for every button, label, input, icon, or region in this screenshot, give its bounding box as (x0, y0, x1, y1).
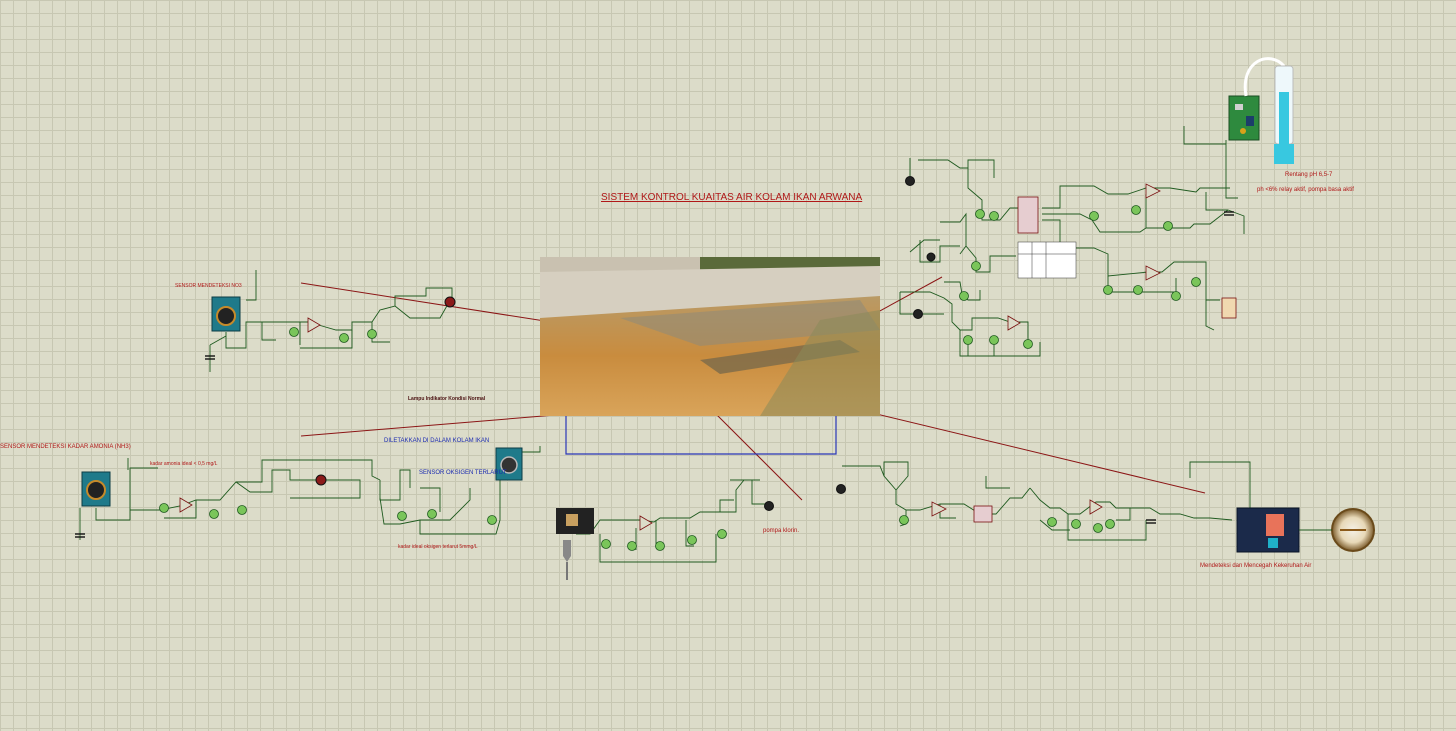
ph-module (1228, 95, 1260, 141)
page-title: SISTEM KONTROL KUAITAS AIR KOLAM IKAN AR… (601, 192, 863, 203)
no3-sensor-module (211, 296, 241, 332)
pond-frame (565, 416, 837, 455)
oxygen-level-label: kadar ideal oksigen terlarut 5mmg/L (398, 544, 478, 550)
ammonia-level-label: kadar amonia ideal < 0,5 mg/L (150, 461, 218, 467)
chlorine-sensor-module (556, 508, 594, 580)
placed-in-pond-label: DILETAKKAN DI DALAM KOLAM IKAN (384, 438, 490, 444)
turbidity-label: Mendeteksi dan Mencegah Kekeruhan Air (1200, 563, 1312, 569)
truth-table (1017, 241, 1077, 279)
lamp-indicator-label: Lampu Indikator Kondisi Normal (408, 396, 486, 402)
oxygen-sensor-label: SENSOR OKSIGEN TERLARUT (419, 470, 507, 476)
chlorine-pump-label: pompa klorin. (763, 528, 800, 534)
turbidity-module (1236, 507, 1300, 553)
no3-sensor-label: SENSOR MENDETEKSI NO3 (175, 283, 242, 289)
turbidity-dial (1299, 508, 1375, 552)
pond-photo (540, 257, 880, 416)
ammonia-sensor-label: SENSOR MENDETEKSI KADAR AMONIA (NH3) (0, 444, 131, 450)
ph-range-label: Rentang pH 6,5-7 (1285, 172, 1333, 178)
schematic-drawing (75, 57, 1375, 580)
ph-note-label: ph <6% relay aktif, pompa basa aktif (1257, 187, 1354, 193)
chips (973, 196, 1237, 523)
nh3-sensor-module (81, 471, 111, 507)
